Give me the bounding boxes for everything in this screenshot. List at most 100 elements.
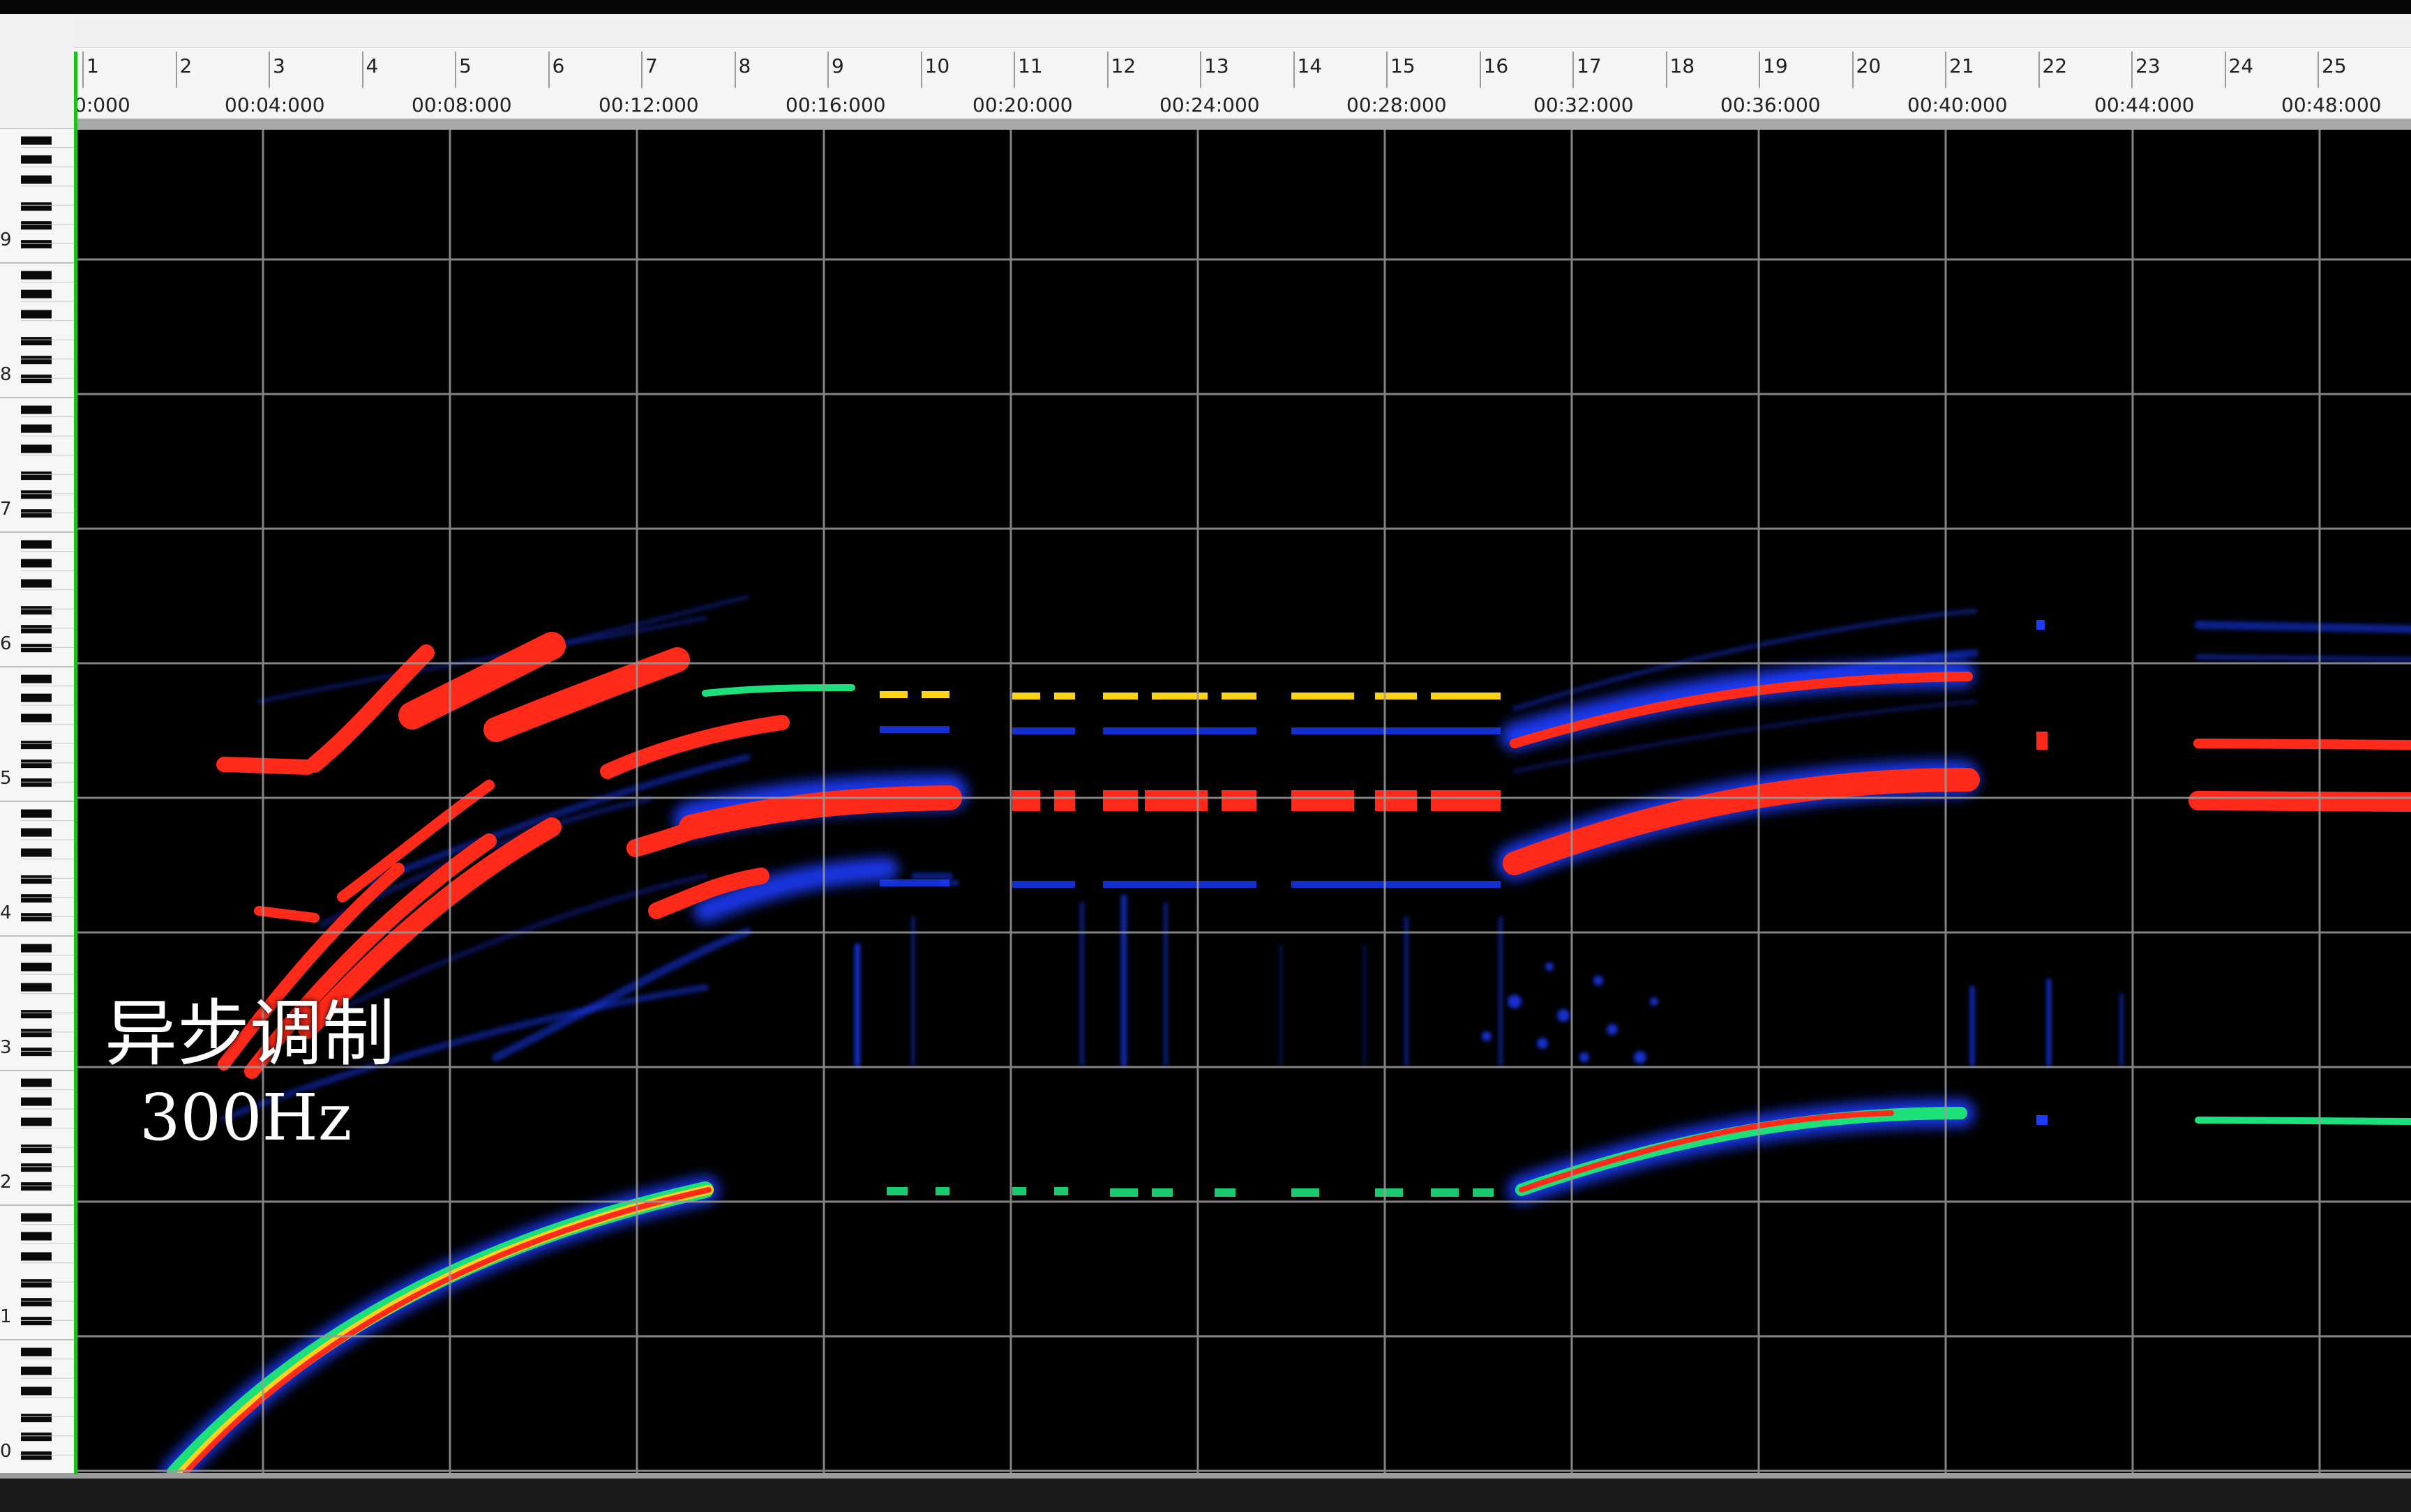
black-key[interactable]	[21, 271, 52, 280]
black-key[interactable]	[21, 828, 52, 837]
measure-tick	[455, 52, 456, 88]
black-key[interactable]	[21, 1317, 52, 1326]
black-key[interactable]	[21, 983, 52, 992]
black-key[interactable]	[21, 644, 52, 653]
ruler-bottom-edge	[74, 119, 2411, 128]
octave-label: 5	[0, 768, 12, 789]
black-key[interactable]	[21, 1347, 52, 1356]
measure-tick	[1852, 52, 1854, 88]
time-code: 00:36:000	[1720, 93, 1821, 116]
measure-number: 25	[2322, 54, 2347, 77]
measure-number: 8	[738, 54, 751, 77]
black-key[interactable]	[21, 1010, 52, 1019]
black-key[interactable]	[21, 579, 52, 588]
measure-number: 15	[1390, 54, 1415, 77]
black-key[interactable]	[21, 1213, 52, 1222]
black-key[interactable]	[21, 509, 52, 518]
piano-keyboard[interactable]: 9 8 7 6 5 4 3 2 1 0	[0, 128, 74, 1474]
black-key[interactable]	[21, 202, 52, 211]
measure-tick	[2224, 52, 2226, 88]
black-key[interactable]	[21, 1279, 52, 1288]
measure-number: 19	[1763, 54, 1788, 77]
black-key[interactable]	[21, 809, 52, 818]
black-key[interactable]	[21, 848, 52, 857]
measure-number: 24	[2228, 54, 2254, 77]
black-key[interactable]	[21, 136, 52, 145]
modulation-caption: 异步调制 300Hz	[105, 990, 395, 1159]
black-key[interactable]	[21, 606, 52, 615]
playhead-cursor[interactable]	[74, 52, 77, 1474]
black-key[interactable]	[21, 471, 52, 481]
black-key[interactable]	[21, 289, 52, 298]
black-key[interactable]	[21, 1048, 52, 1057]
black-key[interactable]	[21, 894, 52, 903]
measure-tick	[920, 52, 922, 88]
black-key[interactable]	[21, 155, 52, 164]
black-key[interactable]	[21, 1144, 52, 1154]
measure-tick	[1106, 52, 1109, 88]
black-key[interactable]	[21, 1078, 52, 1087]
black-key[interactable]	[21, 559, 52, 568]
black-key[interactable]	[21, 490, 52, 499]
caption-title: 异步调制	[105, 991, 396, 1076]
black-key[interactable]	[21, 221, 52, 230]
black-key[interactable]	[21, 1182, 52, 1191]
black-key[interactable]	[21, 962, 52, 972]
black-key[interactable]	[21, 1097, 52, 1106]
black-key[interactable]	[21, 693, 52, 702]
black-key[interactable]	[21, 175, 52, 184]
measure-number: 7	[645, 54, 658, 77]
black-key[interactable]	[21, 778, 52, 787]
black-key[interactable]	[21, 1451, 52, 1460]
black-key[interactable]	[21, 913, 52, 922]
spectrogram-view[interactable]	[77, 130, 2411, 1473]
measure-number: 21	[1949, 54, 1974, 77]
time-code: 00:08:000	[412, 93, 512, 116]
black-key[interactable]	[21, 1029, 52, 1038]
piano-keys[interactable]	[0, 128, 74, 1474]
measure-number: 22	[2042, 54, 2068, 77]
ruler-corner	[0, 14, 74, 130]
black-key[interactable]	[21, 741, 52, 750]
black-key[interactable]	[21, 1117, 52, 1126]
measure-number: 10	[924, 54, 950, 77]
measure-tick	[1945, 52, 1946, 88]
black-key[interactable]	[21, 1252, 52, 1261]
black-key[interactable]	[21, 1432, 52, 1442]
measure-number: 17	[1577, 54, 1602, 77]
black-key[interactable]	[21, 875, 52, 884]
measure-number: 11	[1018, 54, 1043, 77]
black-key[interactable]	[21, 674, 52, 683]
measure-number: 16	[1483, 54, 1509, 77]
black-key[interactable]	[21, 944, 52, 953]
measure-number: 18	[1669, 54, 1695, 77]
black-key[interactable]	[21, 713, 52, 723]
measure-tick	[734, 52, 736, 88]
time-code: 00:40:000	[1907, 93, 2008, 116]
black-key[interactable]	[21, 405, 52, 414]
black-key[interactable]	[21, 625, 52, 634]
black-key[interactable]	[21, 337, 52, 346]
black-key[interactable]	[21, 540, 52, 549]
measure-number: 9	[832, 54, 844, 77]
black-key[interactable]	[21, 1163, 52, 1172]
measure-tick	[641, 52, 643, 88]
black-key[interactable]	[21, 240, 52, 249]
black-key[interactable]	[21, 444, 52, 453]
time-code: 00:20:000	[972, 93, 1073, 116]
black-key[interactable]	[21, 1366, 52, 1375]
black-key[interactable]	[21, 310, 52, 319]
measure-tick	[2131, 52, 2133, 88]
black-key[interactable]	[21, 1386, 52, 1396]
black-key[interactable]	[21, 1232, 52, 1241]
black-key[interactable]	[21, 424, 52, 433]
measure-number: 20	[1856, 54, 1882, 77]
black-key[interactable]	[21, 759, 52, 769]
black-key[interactable]	[21, 1298, 52, 1307]
measure-tick	[269, 52, 270, 88]
black-key[interactable]	[21, 356, 52, 365]
octave-label: 9	[0, 229, 12, 250]
black-key[interactable]	[21, 1414, 52, 1423]
timeline-ruler[interactable]: 1 2 3 4 5 6 7 8 9 10 11 12 13 14 15 16 17 18 19 20 21 22 23 24 2…	[74, 14, 2411, 130]
black-key[interactable]	[21, 375, 52, 384]
